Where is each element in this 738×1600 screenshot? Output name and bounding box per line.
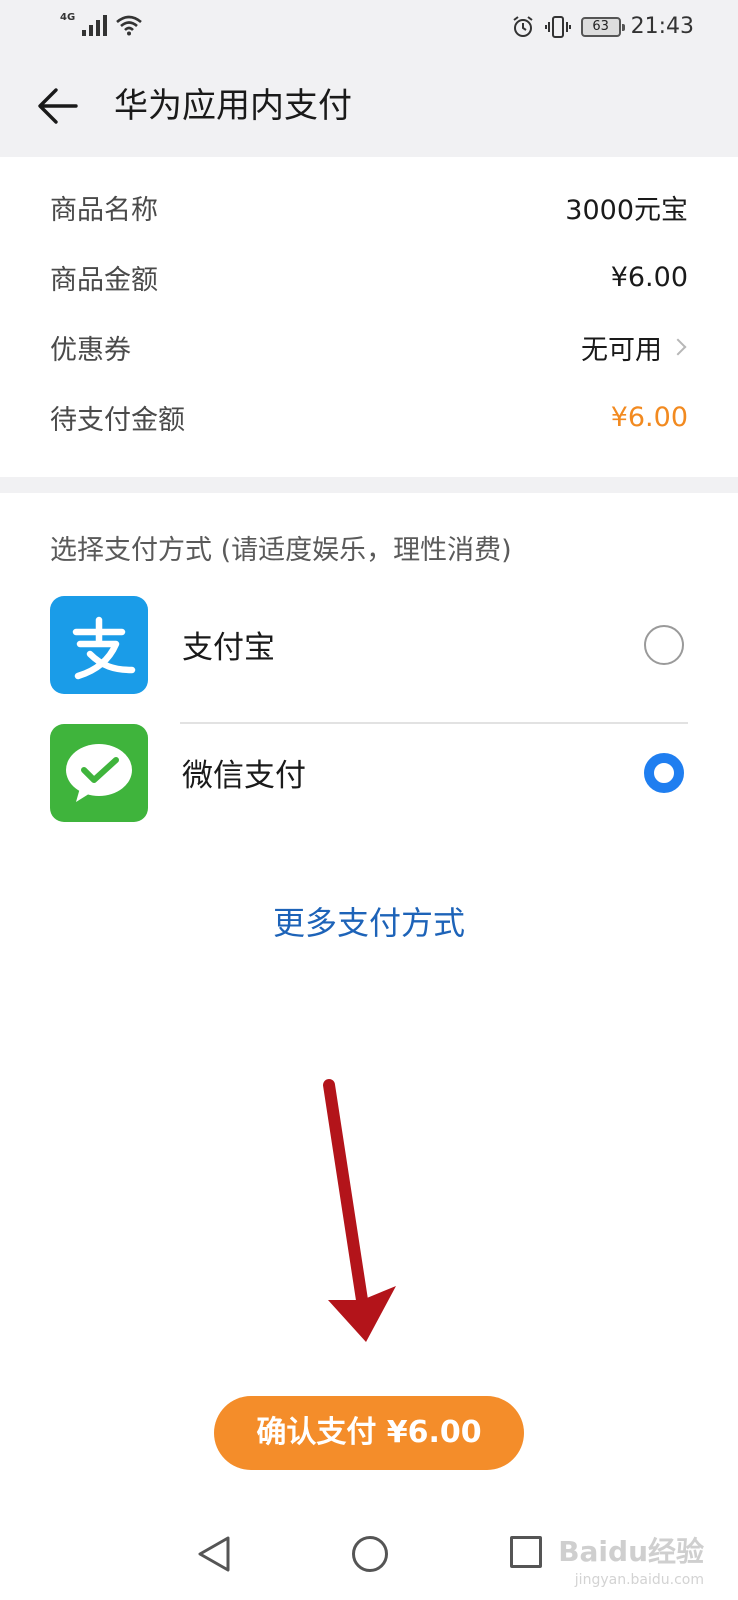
row-amount-due: 待支付金额 ¥6.00 — [50, 392, 688, 442]
status-left: 4G — [60, 11, 143, 36]
payment-option-alipay[interactable]: 支付宝 — [50, 596, 688, 694]
wifi-icon — [116, 15, 143, 36]
wechat-pay-icon — [50, 724, 148, 822]
coupon-value[interactable]: 无可用 — [581, 328, 688, 367]
row-value: 3000元宝 — [565, 194, 688, 226]
row-coupon[interactable]: 优惠券 无可用 — [50, 322, 688, 372]
battery-icon: 63 — [580, 16, 625, 37]
row-value: 无可用 — [581, 334, 662, 366]
payment-label: 支付宝 — [182, 630, 275, 666]
section-divider — [0, 477, 738, 493]
watermark-url: jingyan.baidu.com — [574, 1572, 704, 1588]
radio-alipay[interactable] — [644, 625, 684, 665]
confirm-payment-button[interactable]: 确认支付 ¥6.00 — [214, 1396, 524, 1470]
amount-due-value: ¥6.00 — [610, 401, 688, 433]
vibrate-icon — [544, 15, 571, 38]
page-title: 华为应用内支付 — [114, 86, 352, 126]
nav-home-icon[interactable] — [352, 1536, 388, 1572]
alipay-glyph — [72, 616, 136, 680]
wechat-glyph — [66, 744, 132, 802]
back-arrow-icon[interactable] — [36, 84, 80, 128]
row-label: 商品金额 — [50, 264, 158, 296]
signal-icon — [82, 15, 108, 36]
status-right: 63 21:43 — [511, 14, 694, 39]
row-label: 待支付金额 — [50, 404, 185, 436]
row-value: ¥6.00 — [610, 261, 688, 293]
network-type: 4G — [60, 11, 76, 23]
radio-wechat-selected[interactable] — [644, 753, 684, 793]
more-payment-methods-link[interactable]: 更多支付方式 — [0, 898, 738, 944]
row-label: 商品名称 — [50, 194, 158, 226]
watermark-logo: Baidu经验 — [558, 1535, 704, 1568]
payment-label: 微信支付 — [182, 758, 306, 794]
chevron-right-icon — [669, 338, 687, 356]
row-label: 优惠券 — [50, 334, 131, 366]
alarm-icon — [512, 15, 533, 37]
clock: 21:43 — [630, 14, 694, 39]
payment-option-wechat[interactable]: 微信支付 — [50, 724, 688, 822]
payment-section-title: 选择支付方式 (请适度娱乐，理性消费) — [50, 535, 512, 566]
row-product-amount: 商品金额 ¥6.00 — [50, 252, 688, 302]
alipay-icon — [50, 596, 148, 694]
nav-back-icon[interactable] — [196, 1534, 232, 1574]
status-bar: 4G 63 21:43 — [0, 0, 738, 60]
top-app-bar: 4G 63 21:43 华为应用内支付 — [0, 0, 738, 157]
watermark: Baidu经验 jingyan.baidu.com — [558, 1530, 704, 1588]
order-info: 商品名称 3000元宝 商品金额 ¥6.00 优惠券 无可用 待支付金额 ¥6.… — [0, 157, 738, 477]
nav-recent-apps-icon[interactable] — [510, 1536, 542, 1568]
row-product-name: 商品名称 3000元宝 — [50, 182, 688, 232]
